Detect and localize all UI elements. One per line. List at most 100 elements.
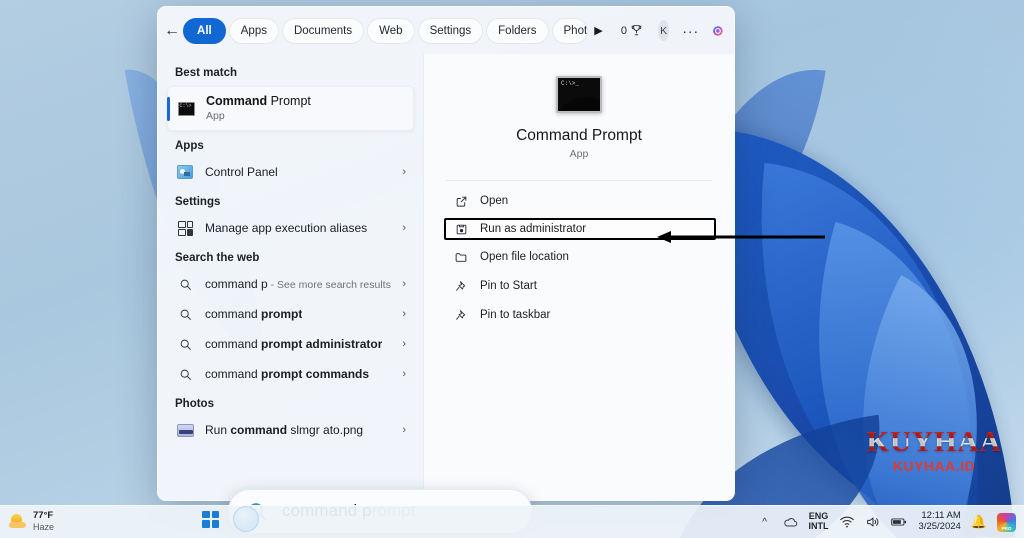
- action-label: Pin to taskbar: [480, 309, 551, 321]
- taskbar-weather-widget[interactable]: 77°F Haze: [0, 510, 55, 533]
- control-panel-icon: [175, 165, 195, 179]
- section-heading-best-match: Best match: [175, 67, 237, 79]
- chevron-right-icon[interactable]: ›: [402, 424, 406, 436]
- action-label: Open file location: [480, 251, 569, 263]
- rewards-indicator[interactable]: 0: [621, 24, 643, 37]
- battery-icon[interactable]: [890, 514, 907, 530]
- chevron-right-icon[interactable]: ›: [402, 278, 406, 290]
- chevron-right-icon[interactable]: ›: [402, 368, 406, 380]
- search-icon: [175, 368, 195, 381]
- filter-chip-documents[interactable]: Documents: [281, 17, 365, 44]
- action-label: Open: [480, 195, 509, 207]
- show-hidden-icons-button[interactable]: ^: [757, 514, 773, 530]
- result-item-photo[interactable]: Run command slmgr ato.png ›: [167, 415, 414, 445]
- play-arrow-icon[interactable]: ▶: [593, 18, 604, 44]
- command-prompt-icon: [176, 101, 196, 116]
- result-label: Run: [205, 423, 231, 437]
- chevron-right-icon[interactable]: ›: [402, 338, 406, 350]
- left-arrow-annotation: [657, 231, 825, 243]
- weather-condition: Haze: [33, 522, 55, 533]
- divider: [446, 180, 712, 181]
- search-icon: [175, 338, 195, 351]
- start-menu-search-panel: ← All Apps Documents Web Settings Folder…: [157, 6, 735, 501]
- taskbar-search-icon[interactable]: [233, 506, 259, 532]
- chevron-right-icon[interactable]: ›: [402, 308, 406, 320]
- watermark: KUYHAA KUYHAA.ID: [864, 428, 1004, 475]
- result-item-web-search-3[interactable]: command prompt administrator ›: [167, 329, 414, 359]
- result-best-match-command-prompt[interactable]: Command Prompt App: [167, 86, 414, 131]
- search-filter-bar: ← All Apps Documents Web Settings Folder…: [158, 7, 734, 54]
- pin-icon: [452, 280, 470, 293]
- section-heading-photos: Photos: [175, 398, 214, 410]
- overflow-menu-button[interactable]: ···: [682, 24, 699, 38]
- selection-accent-bar: [167, 97, 170, 121]
- action-open[interactable]: Open: [446, 189, 712, 213]
- bell-icon[interactable]: 🔔: [971, 514, 987, 530]
- result-subtitle: App: [206, 109, 225, 122]
- action-label: Run as administrator: [480, 223, 587, 235]
- app-execution-aliases-icon: [175, 220, 195, 236]
- wifi-icon[interactable]: [839, 514, 855, 530]
- result-label-bold: command: [230, 423, 288, 437]
- search-icon: [175, 278, 195, 291]
- filter-chip-photos[interactable]: Phot: [551, 17, 589, 44]
- filter-chip-apps[interactable]: Apps: [228, 17, 279, 44]
- result-item-web-search-4[interactable]: command prompt commands ›: [167, 359, 414, 389]
- result-label-bold: prompt commands: [261, 367, 370, 381]
- chevron-right-icon[interactable]: ›: [402, 166, 406, 178]
- taskbar-clock[interactable]: 12:11 AM 3/25/2024: [918, 510, 961, 533]
- windows-start-icon[interactable]: [202, 510, 219, 528]
- section-heading-settings: Settings: [175, 196, 221, 208]
- filter-chip-all[interactable]: All: [183, 17, 226, 44]
- filter-chip-settings[interactable]: Settings: [417, 17, 484, 44]
- volume-icon[interactable]: [865, 514, 881, 530]
- photo-file-icon: [175, 423, 195, 437]
- app-name: Command Prompt: [516, 127, 642, 144]
- search-icon: [175, 308, 195, 321]
- weather-temperature: 77°F: [33, 510, 54, 522]
- open-external-icon: [452, 195, 470, 208]
- onedrive-icon[interactable]: [783, 514, 799, 530]
- taskbar-center-buttons: [202, 506, 259, 532]
- filter-chip-folders[interactable]: Folders: [486, 17, 549, 44]
- section-heading-apps: Apps: [175, 140, 204, 152]
- app-type: App: [569, 148, 589, 160]
- result-label: command: [205, 367, 262, 381]
- language-indicator[interactable]: ENG INTL: [809, 512, 829, 531]
- clock-date: 3/25/2024: [918, 521, 961, 532]
- result-label: command: [205, 307, 262, 321]
- app-hero: Command Prompt App: [446, 72, 712, 160]
- action-pin-to-start[interactable]: Pin to Start: [446, 274, 712, 298]
- shield-admin-icon: [452, 223, 470, 236]
- filter-chip-web[interactable]: Web: [367, 17, 415, 44]
- result-item-web-search-2[interactable]: command prompt ›: [167, 299, 414, 329]
- search-results-body: Best match Command Prompt App Apps Contr…: [158, 54, 734, 500]
- back-arrow-icon[interactable]: ←: [164, 16, 180, 46]
- result-item-control-panel[interactable]: Control Panel ›: [167, 157, 414, 187]
- rewards-count: 0: [620, 24, 627, 37]
- result-label-hint: - See more search results: [267, 279, 391, 291]
- action-pin-to-taskbar[interactable]: Pin to taskbar: [446, 303, 712, 327]
- action-open-file-location[interactable]: Open file location: [446, 245, 712, 269]
- result-label-bold: prompt: [261, 307, 303, 321]
- action-label: Pin to Start: [480, 280, 537, 292]
- result-label-tail: slmgr ato.png: [287, 423, 364, 437]
- search-results-list: Best match Command Prompt App Apps Contr…: [158, 54, 423, 500]
- system-tray: ^ ENG INTL 12:11 AM 3/25/2024 🔔: [757, 510, 1024, 533]
- result-item-manage-app-execution-aliases[interactable]: Manage app execution aliases ›: [167, 213, 414, 243]
- rewards-trophy-icon: [631, 25, 642, 36]
- result-label: command p: [205, 277, 268, 291]
- result-title-rest: Prompt: [267, 94, 311, 109]
- folder-icon: [452, 251, 470, 264]
- pro-badge-icon[interactable]: [997, 512, 1016, 532]
- chevron-right-icon[interactable]: ›: [402, 222, 406, 234]
- result-item-web-search-1[interactable]: command p - See more search results ›: [167, 269, 414, 299]
- result-label: Control Panel: [205, 165, 278, 179]
- app-preview-pane: Command Prompt App Open Run as administr…: [423, 54, 734, 500]
- taskbar: 77°F Haze ^ ENG INTL 12:11 AM 3/25/2024 …: [0, 505, 1024, 538]
- copilot-icon[interactable]: [712, 20, 724, 42]
- haze-sun-icon: [9, 514, 26, 529]
- pin-icon: [452, 309, 470, 322]
- result-title-bold: Command: [206, 94, 268, 109]
- avatar[interactable]: K: [658, 20, 670, 41]
